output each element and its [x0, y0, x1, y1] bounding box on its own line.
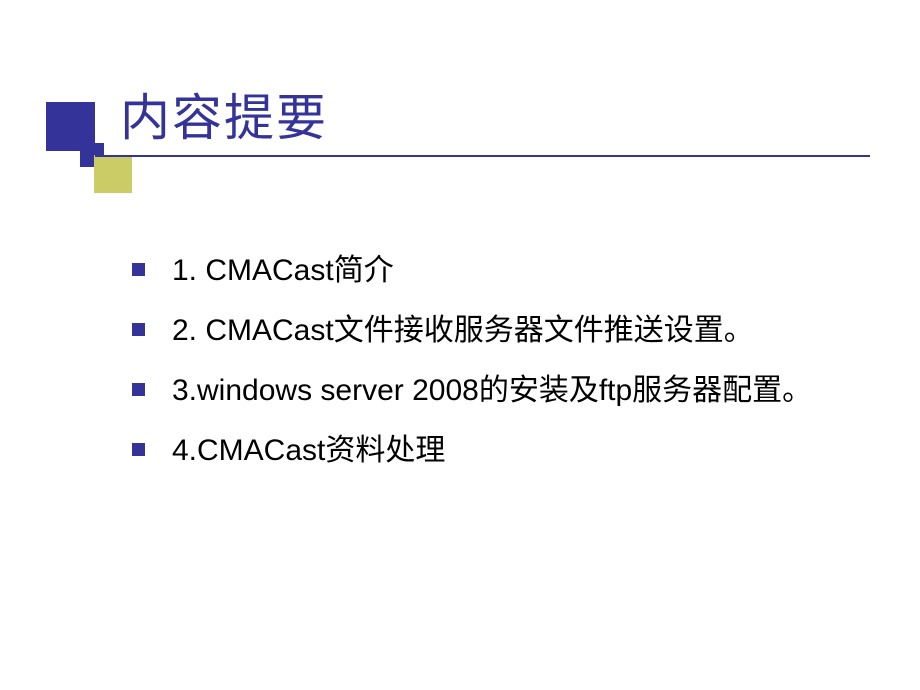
- bullet-icon: [132, 383, 145, 396]
- list-item: 3.windows server 2008的安装及ftp服务器配置。: [132, 368, 850, 413]
- list-item: 4.CMACast资料处理: [132, 428, 850, 473]
- item-text: 2. CMACast文件接收服务器文件推送设置。: [172, 308, 754, 353]
- item-text: 4.CMACast资料处理: [172, 428, 445, 473]
- title-underline: [95, 155, 870, 157]
- list-item: 1. CMACast简介: [132, 248, 850, 293]
- content-list: 1. CMACast简介 2. CMACast文件接收服务器文件推送设置。 3.…: [0, 248, 920, 473]
- bullet-icon: [132, 263, 145, 276]
- slide-container: 内容提要 1. CMACast简介 2. CMACast文件接收服务器文件推送设…: [0, 0, 920, 690]
- list-item: 2. CMACast文件接收服务器文件推送设置。: [132, 308, 850, 353]
- bullet-icon: [132, 443, 145, 456]
- title-section: 内容提要: [0, 0, 920, 150]
- bullet-icon: [132, 323, 145, 336]
- item-text: 1. CMACast简介: [172, 248, 394, 293]
- item-text: 3.windows server 2008的安装及ftp服务器配置。: [172, 368, 812, 413]
- deco-square-medium: [94, 155, 132, 193]
- slide-title: 内容提要: [120, 78, 920, 150]
